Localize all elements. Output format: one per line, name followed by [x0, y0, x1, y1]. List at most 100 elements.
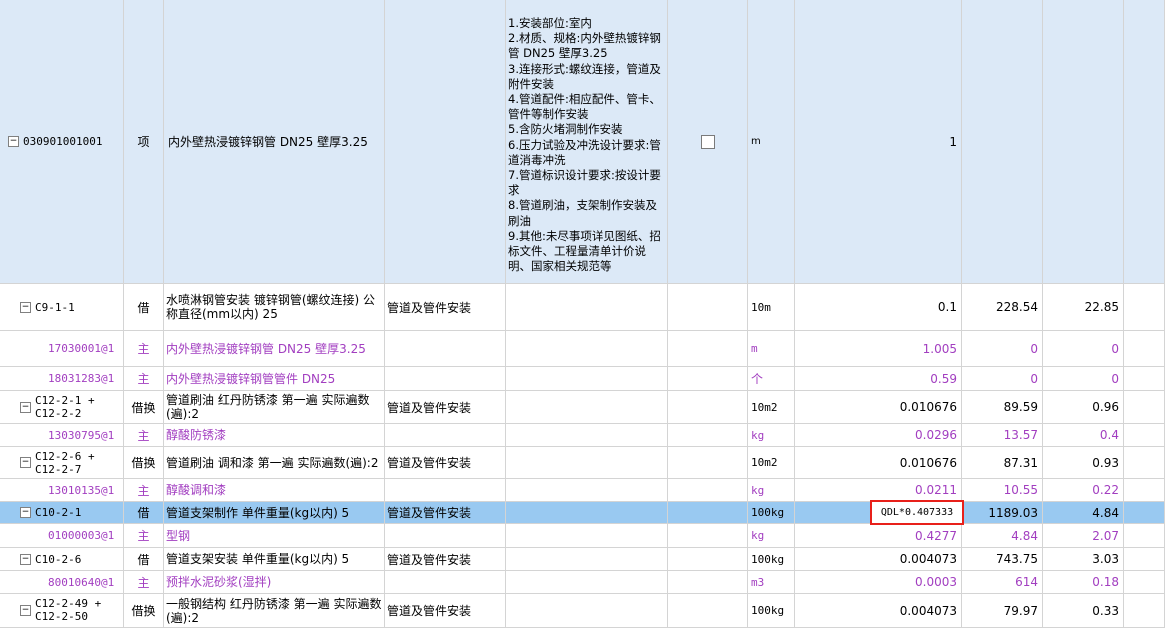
row-name[interactable]: 一般钢结构 红丹防锈漆 第一遍 实际遍数(遍):2 [164, 594, 385, 627]
row-extra [1124, 548, 1165, 570]
row-code: C9-1-1 [35, 300, 75, 314]
bill-item-name[interactable]: 内外壁热浸镀锌钢管 DN25 壁厚3.25 [164, 0, 385, 283]
row-code: 80010640@1 [48, 575, 115, 589]
row-check [668, 502, 748, 523]
row-extra [1124, 479, 1165, 501]
bill-item-code-cell[interactable]: − 030901001001 [0, 0, 124, 283]
collapse-icon[interactable]: − [20, 553, 31, 565]
table-row[interactable]: 18031283@1 主 内外壁热浸镀锌钢管管件 DN25 个 0.59 0 0 [0, 367, 1165, 391]
row-qty[interactable]: 0.1 [795, 284, 962, 330]
bill-item-check-cell[interactable] [668, 0, 748, 283]
code-cell[interactable]: 13030795@1 [0, 424, 124, 446]
row-total: 0.22 [1043, 479, 1124, 501]
row-name[interactable]: 醇酸防锈漆 [164, 424, 385, 446]
row-qty[interactable]: 0.0003 [795, 571, 962, 593]
row-check [668, 391, 748, 423]
row-check [668, 524, 748, 547]
collapse-icon[interactable]: − [8, 136, 19, 147]
table-row[interactable]: 01000003@1 主 型钢 kg 0.4277 4.84 2.07 [0, 524, 1165, 548]
row-total: 0.18 [1043, 571, 1124, 593]
collapse-icon[interactable]: − [20, 507, 31, 518]
row-qty[interactable]: 0.4277 [795, 524, 962, 547]
row-name[interactable]: 内外壁热浸镀锌钢管 DN25 壁厚3.25 [164, 331, 385, 366]
checkbox-icon[interactable] [700, 134, 715, 149]
row-name[interactable]: 型钢 [164, 524, 385, 547]
row-code: C12-2-1 + C12-2-2 [35, 394, 95, 420]
table-row[interactable]: − C9-1-1 借 水喷淋钢管安装 镀锌钢管(螺纹连接) 公称直径(mm以内)… [0, 284, 1165, 331]
table-row[interactable]: 13030795@1 主 醇酸防锈漆 kg 0.0296 13.57 0.4 [0, 424, 1165, 447]
row-major [385, 524, 506, 547]
row-type: 借 [124, 548, 164, 570]
code-cell[interactable]: 01000003@1 [0, 524, 124, 547]
row-extra [1124, 424, 1165, 446]
row-qty[interactable]: 0.010676 [795, 391, 962, 423]
row-type: 借换 [124, 594, 164, 627]
row-check [668, 424, 748, 446]
collapse-icon[interactable]: − [20, 457, 31, 468]
table-row[interactable]: 17030001@1 主 内外壁热浸镀锌钢管 DN25 壁厚3.25 m 1.0… [0, 331, 1165, 367]
row-code: 18031283@1 [48, 372, 115, 385]
collapse-icon[interactable]: − [20, 301, 31, 313]
row-name[interactable]: 管道刷油 红丹防锈漆 第一遍 实际遍数(遍):2 [164, 391, 385, 423]
row-qty[interactable]: 0.0296 [795, 424, 962, 446]
row-unit: 100kg [748, 594, 795, 627]
code-cell[interactable]: − C12-2-6 + C12-2-7 [0, 447, 124, 478]
row-name[interactable]: 管道刷油 调和漆 第一遍 实际遍数(遍):2 [164, 447, 385, 478]
row-unit: kg [748, 524, 795, 547]
code-cell[interactable]: 18031283@1 [0, 367, 124, 390]
code-cell[interactable]: − C12-2-1 + C12-2-2 [0, 391, 124, 423]
bill-item-description[interactable]: 1.安装部位:室内 2.材质、规格:内外壁热镀锌钢管 DN25 壁厚3.25 3… [506, 0, 668, 283]
bill-item-price [962, 0, 1043, 283]
row-description [506, 331, 668, 366]
code-cell[interactable]: 17030001@1 [0, 331, 124, 366]
row-check [668, 548, 748, 570]
table-row[interactable]: − C12-2-1 + C12-2-2 借换 管道刷油 红丹防锈漆 第一遍 实际… [0, 391, 1165, 424]
row-major [385, 424, 506, 446]
row-total: 0.96 [1043, 391, 1124, 423]
table-row[interactable]: 13010135@1 主 醇酸调和漆 kg 0.0211 10.55 0.22 [0, 479, 1165, 502]
table-row[interactable]: − C10-2-6 借 管道支架安装 单件重量(kg以内) 5 管道及管件安装 … [0, 548, 1165, 571]
code-cell[interactable]: − C12-2-49 + C12-2-50 [0, 594, 124, 627]
bill-item-type: 项 [124, 0, 164, 283]
table-row[interactable]: 80010640@1 主 预拌水泥砂浆(湿拌) m3 0.0003 614 0.… [0, 571, 1165, 594]
row-qty[interactable]: 0.010676 [795, 447, 962, 478]
row-check [668, 447, 748, 478]
row-description [506, 548, 668, 570]
row-major [385, 571, 506, 593]
code-cell[interactable]: 80010640@1 [0, 571, 124, 593]
row-qty[interactable]: 0.004073 [795, 548, 962, 570]
row-extra [1124, 571, 1165, 593]
collapse-icon[interactable]: − [20, 401, 31, 413]
row-name[interactable]: 管道支架安装 单件重量(kg以内) 5 [164, 548, 385, 570]
row-qty[interactable]: 1.005 [795, 331, 962, 366]
row-unit: 个 [748, 367, 795, 390]
row-qty[interactable]: 0.004073 [795, 594, 962, 627]
row-description [506, 367, 668, 390]
row-total: 0.93 [1043, 447, 1124, 478]
bill-item-row[interactable]: − 030901001001 项 内外壁热浸镀锌钢管 DN25 壁厚3.25 1… [0, 0, 1165, 284]
bill-item-quantity[interactable]: 1 [795, 0, 962, 283]
row-name[interactable]: 水喷淋钢管安装 镀锌钢管(螺纹连接) 公称直径(mm以内) 25 [164, 284, 385, 330]
row-name[interactable]: 管道支架制作 单件重量(kg以内) 5 [164, 502, 385, 523]
row-major [385, 367, 506, 390]
row-name[interactable]: 醇酸调和漆 [164, 479, 385, 501]
table-row[interactable]: − C12-2-49 + C12-2-50 借换 一般钢结构 红丹防锈漆 第一遍… [0, 594, 1165, 628]
code-cell[interactable]: − C9-1-1 [0, 284, 124, 330]
row-total: 22.85 [1043, 284, 1124, 330]
table-row-selected[interactable]: − C10-2-1 借 管道支架制作 单件重量(kg以内) 5 管道及管件安装 … [0, 502, 1165, 524]
row-total: 0 [1043, 367, 1124, 390]
code-cell[interactable]: − C10-2-1 [0, 502, 124, 523]
row-major: 管道及管件安装 [385, 594, 506, 627]
row-name[interactable]: 内外壁热浸镀锌钢管管件 DN25 [164, 367, 385, 390]
code-cell[interactable]: 13010135@1 [0, 479, 124, 501]
collapse-icon[interactable]: − [20, 605, 31, 616]
table-row[interactable]: − C12-2-6 + C12-2-7 借换 管道刷油 调和漆 第一遍 实际遍数… [0, 447, 1165, 479]
row-qty[interactable]: 0.59 [795, 367, 962, 390]
row-check [668, 479, 748, 501]
quantity-formula-input[interactable]: QDL*0.407333 [870, 500, 964, 525]
row-name[interactable]: 预拌水泥砂浆(湿拌) [164, 571, 385, 593]
row-extra [1124, 524, 1165, 547]
code-cell[interactable]: − C10-2-6 [0, 548, 124, 570]
row-total: 0 [1043, 331, 1124, 366]
row-qty[interactable]: 0.0211 [795, 479, 962, 501]
